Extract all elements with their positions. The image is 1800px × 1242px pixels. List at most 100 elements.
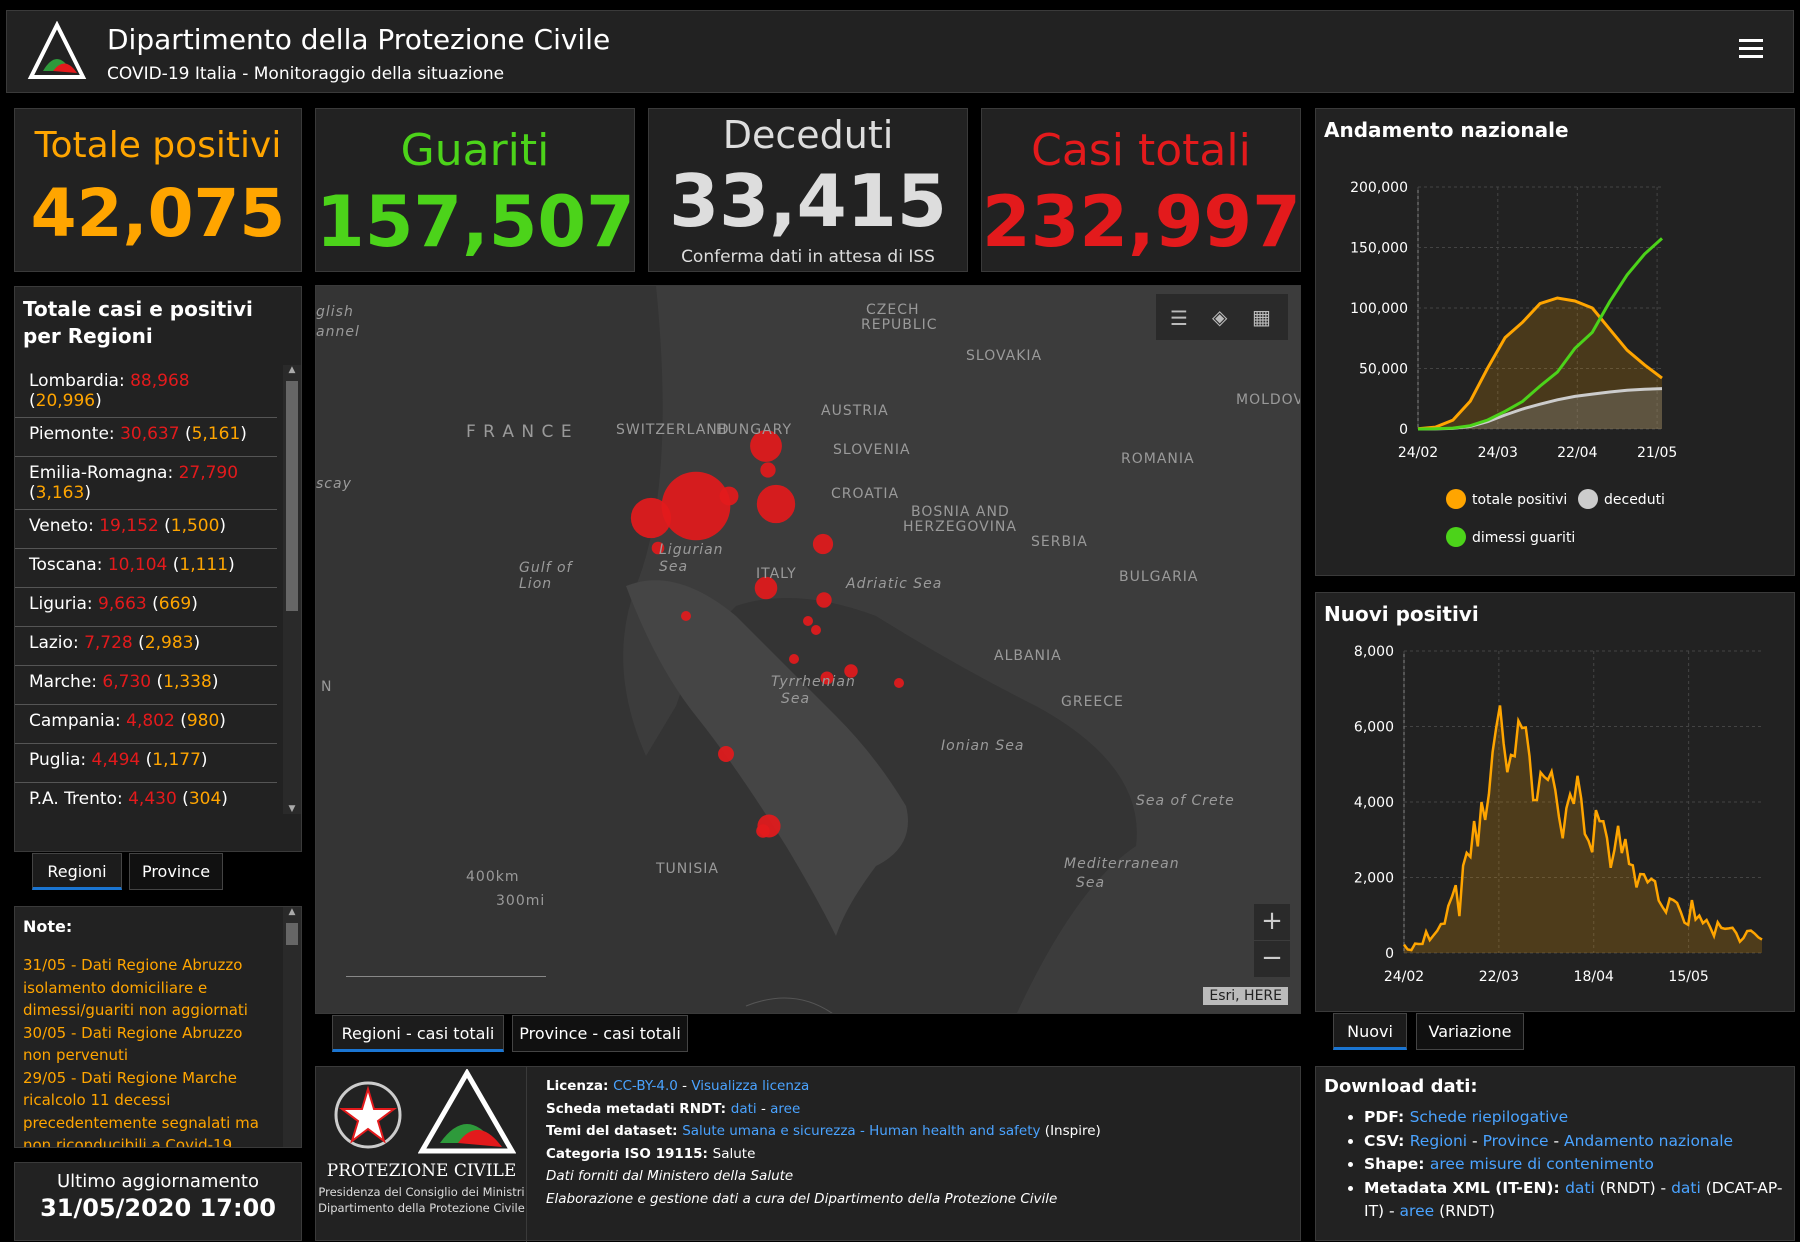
tab-province-casi-totali[interactable]: Province - casi totali bbox=[512, 1015, 688, 1052]
license-key: Temi del dataset: bbox=[546, 1123, 683, 1139]
logo-text-main: PROTEZIONE CIVILE bbox=[326, 1161, 517, 1181]
map-label: AUSTRIA bbox=[821, 403, 889, 419]
map-label: Ionian Sea bbox=[941, 738, 1025, 754]
logo-text-sub2: Dipartimento della Protezione Civile bbox=[318, 1201, 525, 1215]
legend-swatch bbox=[1446, 527, 1466, 547]
license-link[interactable]: Visualizza licenza bbox=[691, 1078, 809, 1094]
region-row[interactable]: Lazio: 7,728 (2,983) bbox=[15, 627, 277, 666]
region-case-circle[interactable] bbox=[756, 484, 796, 524]
download-link[interactable]: aree bbox=[1400, 1202, 1435, 1220]
download-key: CSV: bbox=[1364, 1131, 1410, 1150]
map-label: Sea bbox=[1076, 875, 1106, 891]
region-row[interactable]: Emilia-Romagna: 27,790 (3,163) bbox=[15, 457, 277, 510]
region-row[interactable]: Lombardia: 88,968 (20,996) bbox=[15, 365, 277, 418]
region-row[interactable]: Marche: 6,730 (1,338) bbox=[15, 666, 277, 705]
kpi-deceduti: Deceduti 33,415 Conferma dati in attesa … bbox=[648, 108, 968, 272]
region-positive: 3,163 bbox=[35, 483, 85, 503]
region-total: 4,494 bbox=[91, 750, 141, 770]
regions-scrollbar[interactable]: ▲ ▼ bbox=[283, 365, 301, 814]
region-total: 10,104 bbox=[107, 555, 168, 575]
map-label: CZECH bbox=[866, 302, 920, 318]
license-text: - bbox=[756, 1100, 771, 1117]
license-link[interactable]: aree bbox=[770, 1101, 800, 1117]
download-item: CSV: Regioni - Province - Andamento nazi… bbox=[1364, 1130, 1786, 1154]
scroll-down-arrow-icon[interactable]: ▼ bbox=[283, 804, 301, 814]
region-case-circle[interactable] bbox=[630, 497, 672, 539]
region-case-circle[interactable] bbox=[811, 625, 821, 635]
nuovi-chart: 0 2,000 4,000 6,000 8,000 24/02 22/03 18/04 15/0… bbox=[1354, 644, 1763, 985]
region-row[interactable]: Piemonte: 30,637 (5,161) bbox=[15, 418, 277, 457]
region-name: Lombardia bbox=[29, 371, 119, 391]
republic-emblem-icon bbox=[334, 1081, 402, 1149]
region-case-circle[interactable] bbox=[718, 746, 734, 762]
notes-scrollbar[interactable]: ▲ bbox=[283, 907, 301, 1147]
region-case-circle[interactable] bbox=[756, 824, 770, 838]
regions-list[interactable]: Lombardia: 88,968 (20,996) Piemonte: 30,6… bbox=[15, 365, 277, 814]
region-row[interactable]: Veneto: 19,152 (1,500) bbox=[15, 510, 277, 549]
region-case-circle[interactable] bbox=[681, 611, 691, 621]
region-positive: 1,111 bbox=[179, 555, 229, 575]
region-case-circle[interactable] bbox=[789, 654, 799, 664]
protezione-civile-emblem-icon bbox=[418, 1069, 516, 1154]
download-link[interactable]: Province bbox=[1483, 1132, 1549, 1150]
legend-label: dimessi guariti bbox=[1472, 530, 1575, 546]
region-case-circle[interactable] bbox=[760, 462, 776, 478]
map-canvas[interactable] bbox=[316, 286, 1301, 1014]
scale-bar bbox=[346, 976, 546, 977]
y-tick-label: 6,000 bbox=[1354, 720, 1394, 736]
download-link[interactable]: aree misure di contenimento bbox=[1430, 1155, 1654, 1173]
kpi-label: Casi totali bbox=[1031, 125, 1251, 176]
region-case-circle[interactable] bbox=[661, 471, 731, 541]
tab-regioni-casi-totali[interactable]: Regioni - casi totali bbox=[332, 1015, 504, 1052]
region-case-circle[interactable] bbox=[812, 533, 834, 555]
region-row[interactable]: Liguria: 9,663 (669) bbox=[15, 588, 277, 627]
logos-box: PROTEZIONE CIVILE Presidenza del Consigl… bbox=[316, 1067, 527, 1242]
map-label: SLOVENIA bbox=[833, 442, 911, 458]
app-header: Dipartimento della Protezione Civile COV… bbox=[6, 10, 1794, 93]
scrollbar-thumb[interactable] bbox=[286, 923, 298, 945]
region-case-circle[interactable] bbox=[816, 592, 832, 608]
andamento-chart: 0 50,000 100,000 150,000 200,000 24/02 24/03 22… bbox=[1350, 180, 1677, 547]
region-row[interactable]: P.A. Trento: 4,430 (304) bbox=[15, 783, 277, 814]
layers-icon[interactable]: ◈ bbox=[1212, 305, 1227, 329]
region-case-circle[interactable] bbox=[803, 616, 813, 626]
map-panel[interactable]: glish annel CZECH REPUBLIC SLOVAKIA MOLDOV AUS… bbox=[315, 285, 1301, 1014]
license-link[interactable]: CC-BY-4.0 bbox=[613, 1078, 678, 1094]
hamburger-menu-icon[interactable] bbox=[1739, 39, 1763, 59]
tab-province[interactable]: Province bbox=[129, 853, 223, 890]
region-row[interactable]: Campania: 4,802 (980) bbox=[15, 705, 277, 744]
basemap-gallery-icon[interactable]: ▦ bbox=[1252, 305, 1271, 329]
download-link[interactable]: dati bbox=[1671, 1179, 1701, 1197]
tab-nuovi[interactable]: Nuovi bbox=[1333, 1013, 1407, 1050]
map-label: BOSNIA AND bbox=[911, 504, 1010, 520]
tab-variazione[interactable]: Variazione bbox=[1416, 1013, 1524, 1050]
license-link[interactable]: Salute umana e sicurezza - Human health … bbox=[682, 1123, 1040, 1139]
download-link[interactable]: Regioni bbox=[1410, 1132, 1467, 1150]
legend-list-icon[interactable]: ☰ bbox=[1170, 306, 1188, 330]
legend-swatch bbox=[1578, 489, 1598, 509]
region-row[interactable]: Toscana: 10,104 (1,111) bbox=[15, 549, 277, 588]
map-label: TUNISIA bbox=[656, 861, 719, 877]
zoom-in-button[interactable]: + bbox=[1254, 904, 1290, 940]
download-link[interactable]: Schede riepilogative bbox=[1410, 1108, 1569, 1126]
license-line: Scheda metadati RNDT: dati - aree bbox=[546, 1098, 1290, 1121]
map-label: F R A N C E bbox=[466, 422, 573, 442]
region-total: 9,663 bbox=[98, 594, 147, 614]
map-label: SWITZERLAND bbox=[616, 422, 730, 438]
region-case-circle[interactable] bbox=[719, 486, 739, 506]
legend-label: deceduti bbox=[1604, 492, 1665, 508]
region-case-circle[interactable] bbox=[894, 678, 904, 688]
download-link[interactable]: dati bbox=[1565, 1179, 1595, 1197]
scroll-up-arrow-icon[interactable]: ▲ bbox=[283, 907, 301, 921]
download-item: Metadata XML (IT-EN): dati (RNDT) - dati… bbox=[1364, 1177, 1786, 1224]
region-total: 4,802 bbox=[126, 711, 175, 731]
scroll-up-arrow-icon[interactable]: ▲ bbox=[283, 365, 301, 379]
license-link[interactable]: dati bbox=[731, 1101, 757, 1117]
download-link[interactable]: Andamento nazionale bbox=[1564, 1132, 1733, 1150]
map-label: glish bbox=[316, 304, 354, 320]
tab-regioni[interactable]: Regioni bbox=[32, 853, 122, 890]
scrollbar-thumb[interactable] bbox=[286, 381, 298, 611]
zoom-out-button[interactable]: − bbox=[1254, 941, 1290, 977]
map-label: annel bbox=[316, 324, 360, 340]
region-row[interactable]: Puglia: 4,494 (1,177) bbox=[15, 744, 277, 783]
